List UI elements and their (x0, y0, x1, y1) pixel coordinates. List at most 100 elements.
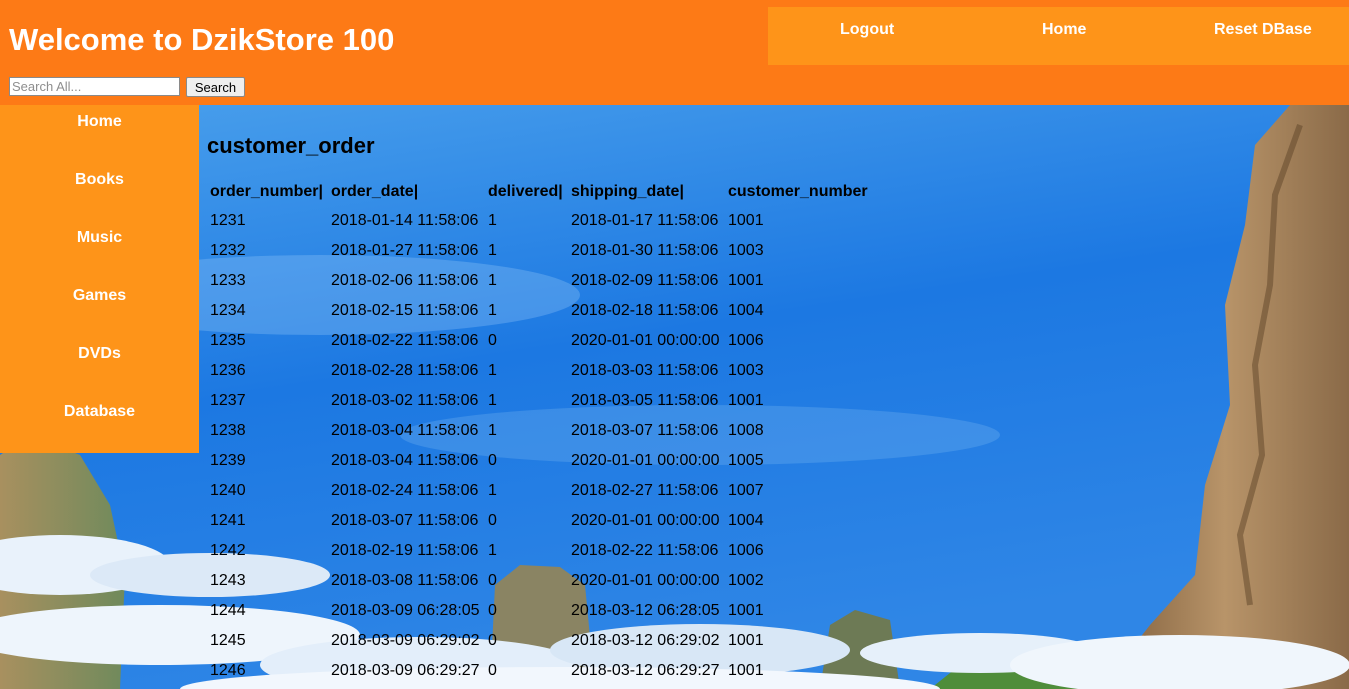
shipping-date-cell: 2018-03-05 11:58:06 (571, 392, 719, 409)
shipping-date-cell: 2018-03-12 06:28:05 (571, 602, 720, 619)
order-date-cell: 2018-03-04 11:58:06 (331, 422, 479, 439)
order-number-cell: 1246 (210, 662, 246, 679)
delivered-cell: 1 (488, 542, 497, 559)
shipping-date-cell: 2018-01-17 11:58:06 (571, 212, 719, 229)
order-number-cell: 1239 (210, 452, 246, 469)
order-date-cell: 2018-03-04 11:58:06 (331, 452, 479, 469)
order-date-cell: 2018-03-09 06:28:05 (331, 602, 480, 619)
sidebar-item-music[interactable]: Music (0, 221, 199, 279)
order-number-cell: 1244 (210, 602, 246, 619)
table-row: 1240 2018-02-24 11:58:06 1 2018-02-27 11:58… (209, 477, 869, 505)
order-number-cell: 1231 (210, 212, 246, 229)
table-row: 1246 2018-03-09 06:29:27 0 2018-03-12 06:29… (209, 657, 869, 685)
sidebar-item-home[interactable]: Home (0, 105, 199, 163)
order-date-cell: 2018-01-27 11:58:06 (331, 242, 479, 259)
shipping-date-cell: 2018-03-07 11:58:06 (571, 422, 719, 439)
delivered-cell: 0 (488, 632, 497, 649)
customer-number-cell: 1004 (728, 302, 764, 319)
table-row: 1236 2018-02-28 11:58:06 1 2018-03-03 11:58… (209, 357, 869, 385)
delivered-cell: 0 (488, 452, 497, 469)
sidebar-item-database[interactable]: Database (0, 395, 199, 453)
order-number-cell: 1232 (210, 242, 246, 259)
order-number-cell: 1241 (210, 512, 246, 529)
customer-number-cell: 1008 (728, 422, 764, 439)
customer-number-cell: 1001 (728, 602, 764, 619)
table-row: 1238 2018-03-04 11:58:06 1 2018-03-07 11:58… (209, 417, 869, 445)
order-date-cell: 2018-02-22 11:58:06 (331, 332, 479, 349)
order-number-cell: 1243 (210, 572, 246, 589)
shipping-date-cell: 2018-03-12 06:29:02 (571, 632, 720, 649)
delivered-cell: 0 (488, 512, 497, 529)
search-input[interactable] (9, 77, 180, 96)
site-title: Welcome to DzikStore 100 (9, 22, 395, 57)
sidebar-item-dvds[interactable]: DVDs (0, 337, 199, 395)
delivered-cell: 1 (488, 212, 497, 229)
delivered-cell: 0 (488, 662, 497, 679)
customer-number-cell: 1001 (728, 662, 764, 679)
table-row: 1242 2018-02-19 11:58:06 1 2018-02-22 11:58… (209, 537, 869, 565)
delivered-cell: 1 (488, 392, 497, 409)
order-date-cell: 2018-02-15 11:58:06 (331, 302, 479, 319)
delivered-cell: 1 (488, 422, 497, 439)
order-date-cell: 2018-02-28 11:58:06 (331, 362, 479, 379)
shipping-date-cell: 2018-03-03 11:58:06 (571, 362, 719, 379)
order-date-cell: 2018-02-24 11:58:06 (331, 482, 479, 499)
sidebar-item-games[interactable]: Games (0, 279, 199, 337)
customer-number-cell: 1002 (728, 572, 764, 589)
order-number-cell: 1245 (210, 632, 246, 649)
table-title: customer_order (207, 133, 375, 158)
customer-number-cell: 1001 (728, 632, 764, 649)
table-row: 1244 2018-03-09 06:28:05 0 2018-03-12 06:28… (209, 597, 869, 625)
customer-order-table: order_number| order_date| delivered| shi… (207, 177, 871, 687)
delivered-cell: 1 (488, 482, 497, 499)
logout-link[interactable]: Logout (840, 21, 894, 39)
order-number-cell: 1240 (210, 482, 246, 499)
sidebar-item-label: Home (77, 113, 122, 130)
table-row: 1241 2018-03-07 11:58:06 0 2020-01-01 00:00… (209, 507, 869, 535)
column-header-delivered: delivered| (488, 183, 563, 200)
table-header-row: order_number| order_date| delivered| shi… (209, 179, 869, 205)
order-number-cell: 1233 (210, 272, 246, 289)
reset-dbase-link[interactable]: Reset DBase (1214, 21, 1312, 39)
order-number-cell: 1237 (210, 392, 246, 409)
order-number-cell: 1235 (210, 332, 246, 349)
table-row: 1245 2018-03-09 06:29:02 0 2018-03-12 06:29… (209, 627, 869, 655)
column-header-shipping-date: shipping_date| (571, 183, 684, 200)
column-header-order-number: order_number| (210, 183, 323, 200)
table-body: 1231 2018-01-14 11:58:06 1 2018-01-17 11:58… (209, 207, 869, 685)
order-date-cell: 2018-02-19 11:58:06 (331, 542, 479, 559)
order-number-cell: 1238 (210, 422, 246, 439)
table-row: 1237 2018-03-02 11:58:06 1 2018-03-05 11:58… (209, 387, 869, 415)
sidebar-item-label: Music (76, 229, 123, 246)
sidebar-item-label: DVDs (78, 345, 121, 362)
shipping-date-cell: 2018-02-18 11:58:06 (571, 302, 719, 319)
delivered-cell: 1 (488, 362, 497, 379)
table-row: 1233 2018-02-06 11:58:06 1 2018-02-09 11:58… (209, 267, 869, 295)
customer-number-cell: 1001 (728, 272, 764, 289)
shipping-date-cell: 2018-03-12 06:29:27 (571, 662, 720, 679)
top-nav: Logout Home Reset DBase (768, 7, 1349, 65)
sidebar-item-books[interactable]: Books (0, 163, 199, 221)
shipping-date-cell: 2018-02-09 11:58:06 (571, 272, 719, 289)
table-row: 1234 2018-02-15 11:58:06 1 2018-02-18 11:58… (209, 297, 869, 325)
search-button[interactable]: Search (186, 77, 245, 97)
delivered-cell: 0 (488, 572, 497, 589)
column-header-order-date: order_date| (331, 183, 419, 200)
shipping-date-cell: 2018-01-30 11:58:06 (571, 242, 719, 259)
table-row: 1243 2018-03-08 11:58:06 0 2020-01-01 00:00… (209, 567, 869, 595)
customer-number-cell: 1001 (728, 212, 764, 229)
order-date-cell: 2018-02-06 11:58:06 (331, 272, 479, 289)
sidebar-item-label: Database (63, 403, 136, 420)
shipping-date-cell: 2020-01-01 00:00:00 (571, 332, 720, 349)
delivered-cell: 1 (488, 272, 497, 289)
customer-number-cell: 1004 (728, 512, 764, 529)
header-bar: Welcome to DzikStore 100 Logout Home Res… (0, 0, 1349, 105)
sidebar: Home Books Music Games DVDs Database (0, 105, 199, 453)
shipping-date-cell: 2020-01-01 00:00:00 (571, 572, 720, 589)
customer-number-cell: 1005 (728, 452, 764, 469)
customer-number-cell: 1006 (728, 332, 764, 349)
table-row: 1235 2018-02-22 11:58:06 0 2020-01-01 00:00… (209, 327, 869, 355)
customer-number-cell: 1007 (728, 482, 764, 499)
delivered-cell: 1 (488, 242, 497, 259)
home-link[interactable]: Home (1042, 21, 1086, 39)
